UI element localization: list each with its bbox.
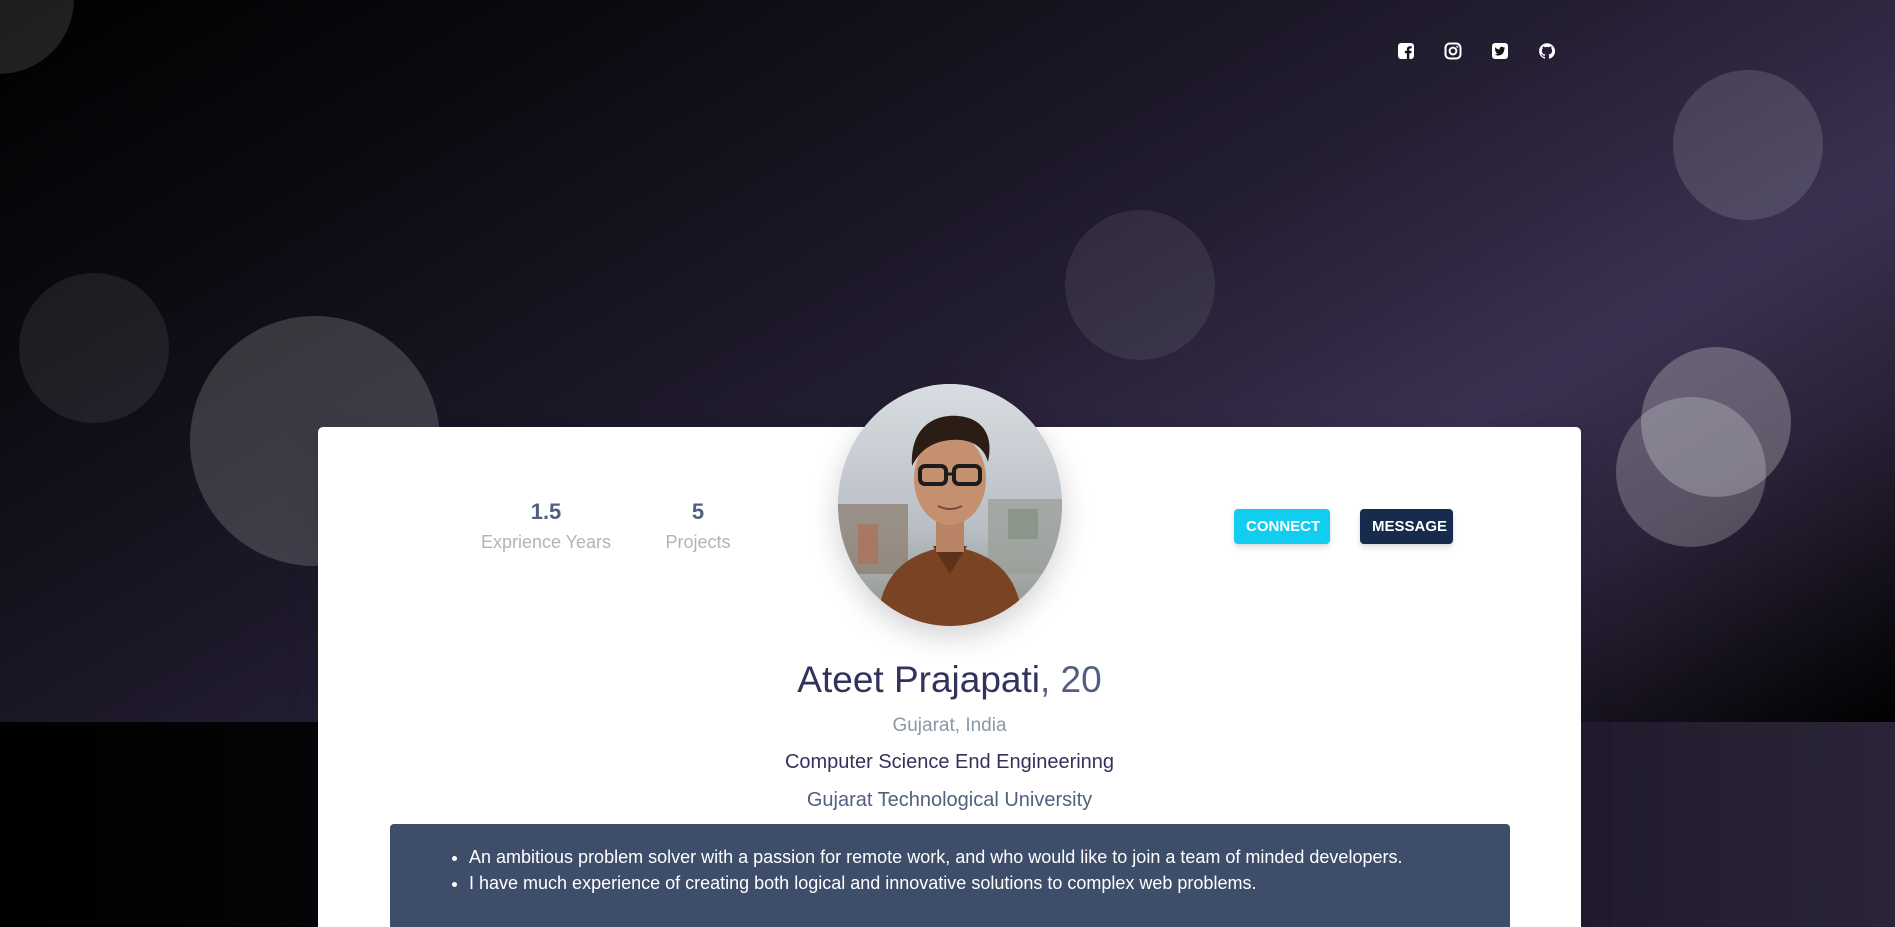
stat-label: Projects	[665, 532, 731, 552]
profile-card: 1.5 Exprience Years 5 Projects CONNECT M…	[318, 384, 1581, 927]
profile-university: Gujarat Technological University	[806, 789, 1093, 811]
profile-heading: Ateet Prajapati, 20	[318, 657, 1581, 703]
connect-button[interactable]: CONNECT	[1234, 509, 1330, 544]
avatar	[838, 384, 1062, 626]
stat-projects: 5 Projects	[618, 497, 778, 555]
message-button[interactable]: MESSAGE	[1360, 509, 1453, 544]
profile-page: 1.5 Exprience Years 5 Projects CONNECT M…	[0, 0, 1895, 927]
about-list: An ambitious problem solver with a passi…	[390, 824, 1510, 896]
instagram-icon	[1444, 42, 1462, 60]
about-item: An ambitious problem solver with a passi…	[469, 844, 1510, 870]
profile-name: Ateet Prajapati	[797, 659, 1040, 700]
github-icon	[1539, 43, 1556, 59]
profile-location: Gujarat, India	[892, 715, 1007, 736]
profile-photo	[838, 384, 1062, 626]
profile-age: , 20	[1040, 659, 1102, 700]
profile-degree: Computer Science End Engineerinng	[784, 751, 1115, 773]
about-item: I have much experience of creating both …	[469, 870, 1510, 896]
decorative-circle	[1673, 70, 1823, 220]
stat-value: 1.5	[530, 499, 562, 524]
stat-label: Exprience Years	[480, 532, 612, 552]
twitter-icon	[1492, 43, 1508, 59]
decorative-circle	[19, 273, 169, 423]
facebook-icon	[1398, 43, 1414, 59]
facebook-link[interactable]	[1397, 40, 1415, 62]
stat-experience: 1.5 Exprience Years	[466, 497, 626, 555]
about-section: An ambitious problem solver with a passi…	[390, 824, 1510, 927]
profile-actions: CONNECT MESSAGE	[1234, 509, 1453, 544]
github-link[interactable]	[1538, 40, 1556, 62]
stat-value: 5	[691, 499, 705, 524]
decorative-circle	[1065, 210, 1215, 360]
decorative-circle	[1616, 397, 1766, 547]
decorative-circle	[0, 0, 74, 74]
social-links	[1397, 40, 1556, 62]
twitter-link[interactable]	[1491, 40, 1509, 62]
instagram-link[interactable]	[1444, 40, 1462, 62]
